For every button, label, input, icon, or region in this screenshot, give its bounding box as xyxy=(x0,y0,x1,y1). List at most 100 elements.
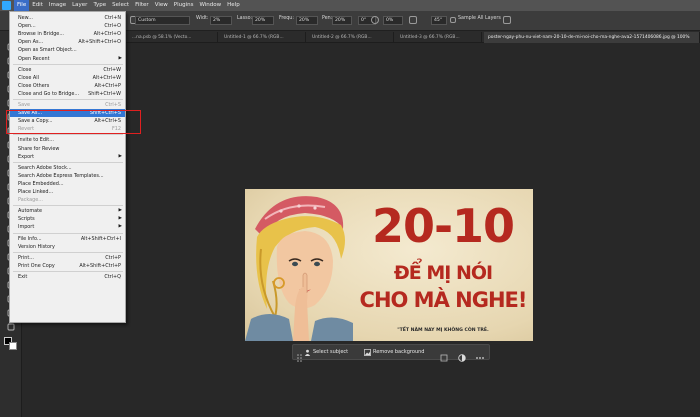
submenu-arrow-icon: ▶ xyxy=(118,55,122,61)
more-options-icon[interactable] xyxy=(475,348,485,359)
menu-item-search-adobe-stock[interactable]: Search Adobe Stock... xyxy=(10,164,125,172)
background-color-swatch[interactable] xyxy=(9,342,17,350)
menu-item-package: Package... xyxy=(10,196,125,204)
menu-item-automate[interactable]: Automate ▶ xyxy=(10,207,125,215)
menu-bar: File Edit Image Layer Type Select Filter View Pl… xyxy=(0,0,700,11)
menu-item-place-embedded[interactable]: Place Embedded... xyxy=(10,180,125,188)
menu-item-open-recent[interactable]: Open Recent ▶ xyxy=(10,55,125,63)
lasso-label: Lasso: xyxy=(237,16,253,21)
symmetry-icon[interactable] xyxy=(503,16,511,24)
menu-file[interactable]: File xyxy=(14,0,30,11)
menu-item-import[interactable]: Import ▶ xyxy=(10,223,125,231)
menu-item-search-adobe-express-templates[interactable]: Search Adobe Express Templates... xyxy=(10,172,125,180)
poster-illustration-woman xyxy=(245,196,353,341)
adjustment-icon[interactable] xyxy=(457,348,467,362)
menu-item-open-as[interactable]: Open As... Alt+Shift+Ctrl+O xyxy=(10,38,125,46)
menu-plugins[interactable]: Plugins xyxy=(171,0,197,11)
poster-headline-line1: ĐỂ MỊ NÓI xyxy=(393,262,493,284)
menu-item-label: Automate xyxy=(18,208,43,215)
transform-icon[interactable] xyxy=(439,348,449,362)
menu-separator xyxy=(13,205,123,207)
menu-item-exit[interactable]: Exit Ctrl+Q xyxy=(10,273,125,281)
menu-item-label: Share for Review xyxy=(18,145,60,152)
tab-document-1[interactable]: ...na.psb @ 58.1% (Vecto... xyxy=(128,32,218,43)
menu-item-file-info[interactable]: File Info... Alt+Shift+Ctrl+I xyxy=(10,235,125,243)
width-field[interactable]: 2% xyxy=(210,16,232,25)
menu-item-label: Place Embedded... xyxy=(18,180,64,187)
pen-field[interactable]: 20% xyxy=(332,16,352,25)
menu-item-label: Save xyxy=(18,102,31,108)
tab-poster[interactable]: poster-ngay-phu-nu-viet-nam-20-10-de-mi-… xyxy=(484,32,700,43)
menu-item-browse-in-bridge[interactable]: Browse in Bridge... Alt+Ctrl+O xyxy=(10,30,125,38)
menu-item-print[interactable]: Print... Ctrl+P xyxy=(10,254,125,262)
menu-item-place-linked[interactable]: Place Linked... xyxy=(10,188,125,196)
frequency-field[interactable]: 20% xyxy=(296,16,318,25)
menu-layer[interactable]: Layer xyxy=(69,0,90,11)
tab-untitled-1[interactable]: Untitled-1 @ 66.7% (RGB... xyxy=(220,32,306,43)
settings-icon[interactable] xyxy=(409,16,417,24)
pressure-icon[interactable] xyxy=(371,16,379,24)
menu-item-shortcut: Alt+Shift+Ctrl+O xyxy=(78,39,121,46)
menu-item-label: Close All xyxy=(18,74,39,81)
sample-all-layers-checkbox[interactable] xyxy=(450,17,456,23)
menu-item-label: New... xyxy=(18,15,33,21)
menu-item-open[interactable]: Open... Ctrl+O xyxy=(10,22,125,30)
menu-item-close-others[interactable]: Close Others Alt+Ctrl+P xyxy=(10,82,125,90)
style-select[interactable]: Custom xyxy=(135,16,190,25)
menu-view[interactable]: View xyxy=(152,0,171,11)
sample-all-layers-label: Sample All Layers xyxy=(458,16,501,21)
menu-edit[interactable]: Edit xyxy=(29,0,46,11)
select-subject-icon xyxy=(304,349,311,356)
menu-item-scripts[interactable]: Scripts ▶ xyxy=(10,215,125,223)
menu-item-label: Close xyxy=(18,66,32,73)
tab-untitled-3[interactable]: Untitled-3 @ 66.7% (RGB... xyxy=(396,32,482,43)
poster-date-title: 20-10 xyxy=(371,199,515,253)
menu-item-new[interactable]: New... Ctrl+N xyxy=(10,14,125,22)
menu-item-close-all[interactable]: Close All Alt+Ctrl+W xyxy=(10,74,125,82)
menu-item-save: Save Ctrl+S xyxy=(10,101,125,109)
menu-item-share-for-review[interactable]: Share for Review xyxy=(10,145,125,153)
menu-item-export[interactable]: Export ▶ xyxy=(10,153,125,161)
menu-item-invite-to-edit[interactable]: Invite to Edit... xyxy=(10,136,125,144)
tab-untitled-2[interactable]: Untitled-2 @ 66.7% (RGB... xyxy=(308,32,394,43)
menu-image[interactable]: Image xyxy=(46,0,69,11)
menu-item-label: Search Adobe Express Templates... xyxy=(18,172,104,179)
select-subject-button[interactable]: Select subject xyxy=(303,347,348,358)
photoshop-logo-icon xyxy=(2,1,11,10)
menu-item-label: Export xyxy=(18,153,35,160)
menu-type[interactable]: Type xyxy=(90,0,109,11)
menu-item-label: Scripts xyxy=(18,216,35,223)
menu-item-label: Open as Smart Object... xyxy=(18,47,77,54)
menu-item-shortcut: Alt+Ctrl+W xyxy=(92,74,121,81)
menu-item-open-as-smart-object[interactable]: Open as Smart Object... xyxy=(10,46,125,54)
pen-label: Pen: xyxy=(322,16,333,21)
menu-item-label: Browse in Bridge... xyxy=(18,31,64,38)
menu-separator xyxy=(13,270,123,272)
menu-item-shortcut: Ctrl+Q xyxy=(104,273,121,280)
poster-image[interactable]: 20-10 ĐỂ MỊ NÓI CHO MÀ NGHE! "TẾT NĂM NA… xyxy=(245,189,533,341)
menu-help[interactable]: Help xyxy=(224,0,243,11)
menu-item-label: Open As... xyxy=(18,39,44,46)
menu-window[interactable]: Window xyxy=(196,0,224,11)
remove-background-icon xyxy=(364,349,371,356)
menu-item-label: Place Linked... xyxy=(18,189,54,195)
menu-item-shortcut: Alt+Shift+Ctrl+P xyxy=(79,262,121,269)
width-label: Widt: xyxy=(196,16,209,21)
smoothing-field[interactable]: 0% xyxy=(383,16,403,25)
menu-item-print-one-copy[interactable]: Print One Copy Alt+Shift+Ctrl+P xyxy=(10,262,125,270)
menu-item-close[interactable]: Close Ctrl+W xyxy=(10,66,125,74)
contextual-task-bar: Select subject Remove background xyxy=(292,344,490,362)
menu-item-close-and-go-to-bridge[interactable]: Close and Go to Bridge... Shift+Ctrl+W xyxy=(10,90,125,98)
menu-filter[interactable]: Filter xyxy=(132,0,152,11)
menu-item-shortcut: Ctrl+S xyxy=(105,102,121,108)
menu-item-shortcut: Ctrl+P xyxy=(105,254,121,261)
menu-select[interactable]: Select xyxy=(109,0,132,11)
lasso-field[interactable]: 20% xyxy=(252,16,274,25)
remove-background-button[interactable]: Remove background xyxy=(363,347,424,358)
menu-item-version-history[interactable]: Version History xyxy=(10,243,125,251)
menu-item-label: Exit xyxy=(18,273,28,280)
menu-item-label: Close and Go to Bridge... xyxy=(18,90,80,97)
menu-item-label: Version History xyxy=(18,243,55,250)
menu-item-shortcut: Ctrl+N xyxy=(104,15,121,21)
angle-degrees-field[interactable]: 45° xyxy=(431,16,447,25)
